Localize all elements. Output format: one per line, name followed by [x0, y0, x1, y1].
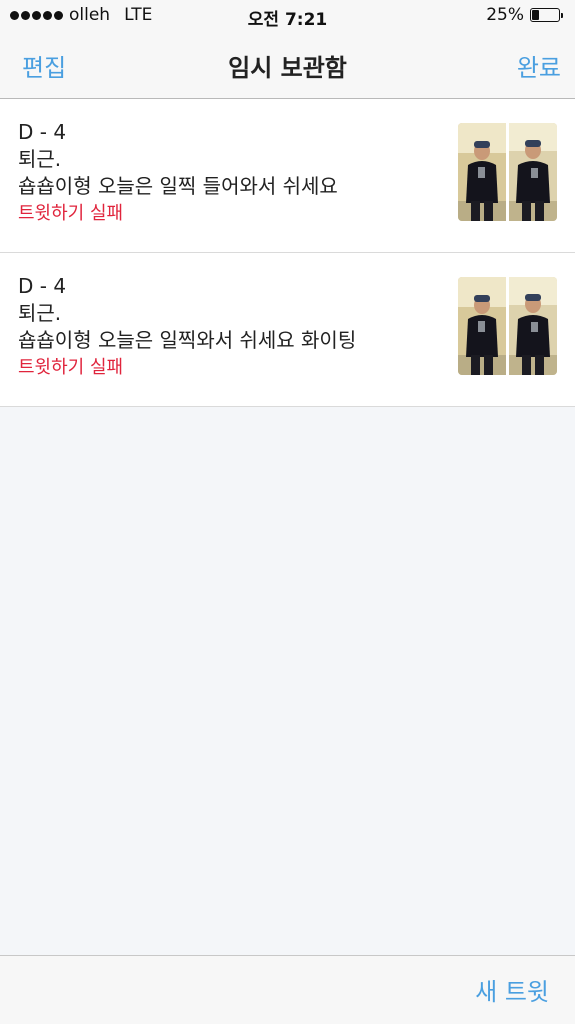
draft-line: 퇴근.: [18, 147, 62, 171]
battery-percent: 25%: [486, 5, 524, 25]
photo-thumbnail: [458, 123, 506, 221]
draft-item[interactable]: D - 4 퇴근. 숍숍이형 오늘은 일찍 들어와서 쉬세요 트윗하기 실패: [0, 99, 575, 253]
done-button[interactable]: 완료: [517, 48, 561, 83]
draft-line: D - 4: [18, 120, 67, 144]
draft-text: D - 4 퇴근. 숍숍이형 오늘은 일찍와서 쉬세요 화이팅 트윗하기 실패: [18, 273, 438, 381]
photo-thumbnail: [509, 123, 557, 221]
bottom-toolbar: 새 트윗: [0, 955, 575, 1024]
battery-fill: [532, 10, 539, 20]
status-right: 25%: [486, 5, 563, 25]
draft-line: D - 4: [18, 274, 67, 298]
battery-icon: [530, 8, 560, 22]
photo-thumbnail: [509, 277, 557, 375]
battery-tip: [561, 12, 563, 18]
draft-text: D - 4 퇴근. 숍숍이형 오늘은 일찍 들어와서 쉬세요 트윗하기 실패: [18, 119, 438, 227]
draft-list: D - 4 퇴근. 숍숍이형 오늘은 일찍 들어와서 쉬세요 트윗하기 실패 D…: [0, 99, 575, 407]
new-tweet-button[interactable]: 새 트윗: [475, 972, 549, 1007]
draft-photo-thumbnails[interactable]: [458, 277, 557, 375]
photo-thumbnail: [458, 277, 506, 375]
draft-failed-status: 트윗하기 실패: [18, 357, 124, 378]
status-bar: olleh LTE 오전 7:21 25%: [0, 0, 575, 32]
draft-failed-status: 트윗하기 실패: [18, 203, 124, 224]
draft-photo-thumbnails[interactable]: [458, 123, 557, 221]
draft-line: 숍숍이형 오늘은 일찍 들어와서 쉬세요: [18, 174, 338, 198]
draft-line: 퇴근.: [18, 301, 62, 325]
navigation-bar: 편집 임시 보관함 완료: [0, 32, 575, 99]
draft-item[interactable]: D - 4 퇴근. 숍숍이형 오늘은 일찍와서 쉬세요 화이팅 트윗하기 실패: [0, 253, 575, 407]
page-title: 임시 보관함: [228, 54, 347, 82]
draft-line: 숍숍이형 오늘은 일찍와서 쉬세요 화이팅: [18, 328, 357, 352]
